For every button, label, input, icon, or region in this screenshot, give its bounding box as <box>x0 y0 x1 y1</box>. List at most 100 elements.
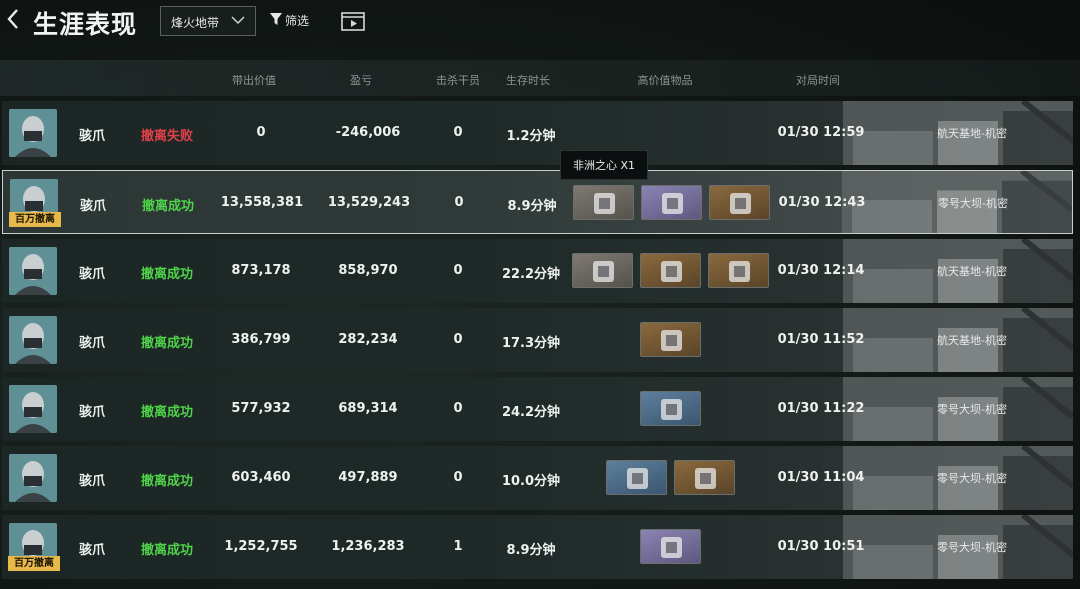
profit-loss: -246,006 <box>335 125 401 140</box>
operator-avatar <box>9 316 57 364</box>
kill-count: 0 <box>454 195 464 210</box>
mode-dropdown-label: 烽火地带 <box>171 16 220 30</box>
operator-portrait-icon <box>9 109 57 157</box>
match-row[interactable]: 骇爪 撤离成功 577,932 689,314 0 24.2分钟 01/30 11:22 零号… <box>2 377 1073 441</box>
filter-label: 筛选 <box>285 14 310 28</box>
extract-value: 603,460 <box>231 470 291 485</box>
operator-avatar <box>9 247 57 295</box>
survival-duration: 1.2分钟 <box>506 129 556 144</box>
extract-status: 撤离失败 <box>140 129 194 144</box>
profit-loss: 689,314 <box>338 401 398 416</box>
operator-avatar <box>9 385 57 433</box>
loot-item-icon <box>661 261 682 282</box>
match-row[interactable]: 百万撤离 骇爪 撤离成功 13,558,381 13,529,243 0 8.9分钟 01/3… <box>2 170 1073 234</box>
map-name: 零号大坝-机密 <box>937 403 1007 416</box>
loot-item-icon <box>661 537 682 558</box>
kill-count: 0 <box>453 125 463 140</box>
match-time: 01/30 12:14 <box>777 263 865 278</box>
operator-portrait-icon <box>9 316 57 364</box>
column-header: 高价值物品 <box>637 74 693 87</box>
column-header: 盈亏 <box>350 74 372 87</box>
kill-count: 0 <box>453 263 463 278</box>
survival-duration: 24.2分钟 <box>501 405 561 420</box>
replay-video-icon[interactable] <box>341 10 365 32</box>
extract-value: 0 <box>256 125 266 140</box>
map-name: 航天基地-机密 <box>937 334 1007 347</box>
extract-value: 13,558,381 <box>220 195 304 210</box>
map-name: 零号大坝-机密 <box>938 197 1008 210</box>
kill-count: 0 <box>453 470 463 485</box>
filter-funnel-icon <box>270 13 282 25</box>
million-extract-badge: 百万撤离 <box>9 212 61 227</box>
extract-value: 1,252,755 <box>224 539 298 554</box>
loot-item-icon <box>593 261 614 282</box>
operator-portrait-icon <box>9 247 57 295</box>
loot-item-icon <box>662 193 683 214</box>
high-value-item[interactable] <box>674 460 735 495</box>
extract-status: 撤离成功 <box>140 543 194 558</box>
survival-duration: 22.2分钟 <box>501 267 561 282</box>
column-header: 生存时长 <box>506 74 550 87</box>
match-time: 01/30 11:52 <box>777 332 865 347</box>
chevron-down-icon <box>231 16 245 25</box>
high-value-item[interactable] <box>640 322 701 357</box>
match-time: 01/30 12:43 <box>778 195 866 210</box>
extract-status: 撤离成功 <box>140 336 194 351</box>
match-time: 01/30 12:59 <box>777 125 865 140</box>
high-value-item[interactable] <box>572 253 633 288</box>
extract-status: 撤离成功 <box>141 199 195 214</box>
loot-item-icon <box>695 468 716 489</box>
high-value-item[interactable] <box>640 391 701 426</box>
column-header: 对局时间 <box>796 74 840 87</box>
loot-item-icon <box>729 261 750 282</box>
operator-name: 骇爪 <box>78 267 106 282</box>
back-chevron-icon[interactable] <box>6 8 20 30</box>
map-name: 航天基地-机密 <box>937 265 1007 278</box>
operator-portrait-icon <box>9 454 57 502</box>
loot-item-icon <box>661 330 682 351</box>
operator-name: 骇爪 <box>78 543 106 558</box>
loot-item-icon <box>730 193 751 214</box>
match-time: 01/30 11:22 <box>777 401 865 416</box>
map-name: 航天基地-机密 <box>937 127 1007 140</box>
extract-value: 873,178 <box>231 263 291 278</box>
loot-item-icon <box>661 399 682 420</box>
survival-duration: 17.3分钟 <box>501 336 561 351</box>
match-row[interactable]: 骇爪 撤离成功 873,178 858,970 0 22.2分钟 01/30 12:14 航天… <box>2 239 1073 303</box>
high-value-item[interactable] <box>641 185 702 220</box>
map-name: 零号大坝-机密 <box>937 541 1007 554</box>
profit-loss: 13,529,243 <box>327 195 411 210</box>
loot-item-icon <box>627 468 648 489</box>
column-header: 击杀干员 <box>436 74 480 87</box>
operator-avatar <box>9 109 57 157</box>
column-header: 带出价值 <box>232 74 276 87</box>
loot-item-icon <box>594 193 615 214</box>
survival-duration: 8.9分钟 <box>506 543 556 558</box>
high-value-item[interactable] <box>708 253 769 288</box>
match-time: 01/30 11:04 <box>777 470 865 485</box>
profit-loss: 282,234 <box>338 332 398 347</box>
kill-count: 0 <box>453 401 463 416</box>
million-extract-badge: 百万撤离 <box>8 556 60 571</box>
page-title: 生涯表现 <box>33 10 138 39</box>
mode-dropdown[interactable]: 烽火地带 <box>160 6 256 36</box>
operator-name: 骇爪 <box>78 336 106 351</box>
profit-loss: 497,889 <box>338 470 398 485</box>
high-value-item[interactable] <box>606 460 667 495</box>
high-value-item[interactable] <box>640 529 701 564</box>
high-value-item[interactable] <box>640 253 701 288</box>
match-row[interactable]: 骇爪 撤离失败 0 -246,006 0 1.2分钟 01/30 12:59 航天基地-机密 <box>2 101 1073 165</box>
operator-avatar <box>9 454 57 502</box>
high-value-item[interactable] <box>709 185 770 220</box>
match-row[interactable]: 百万撤离 骇爪 撤离成功 1,252,755 1,236,283 1 8.9分钟 01/30 … <box>2 515 1073 579</box>
profit-loss: 858,970 <box>338 263 398 278</box>
high-value-item[interactable] <box>573 185 634 220</box>
table-header: 带出价值 盈亏 击杀干员 生存时长 高价值物品 对局时间 <box>0 60 1080 96</box>
match-row[interactable]: 骇爪 撤离成功 603,460 497,889 0 10.0分钟 01/30 11:04 零号… <box>2 446 1073 510</box>
extract-value: 577,932 <box>231 401 291 416</box>
map-name: 零号大坝-机密 <box>937 472 1007 485</box>
match-row[interactable]: 骇爪 撤离成功 386,799 282,234 0 17.3分钟 01/30 11:52 航天… <box>2 308 1073 372</box>
item-tooltip: 非洲之心 X1 <box>560 150 649 180</box>
extract-status: 撤离成功 <box>140 474 194 489</box>
top-bar: 生涯表现 烽火地带 筛选 <box>0 0 1080 44</box>
